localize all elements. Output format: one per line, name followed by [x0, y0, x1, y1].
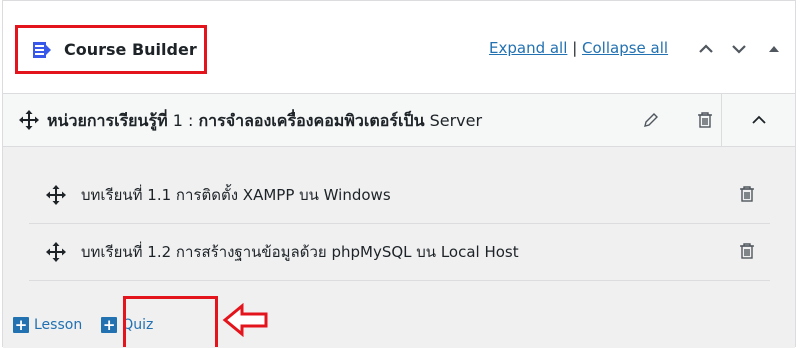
course-builder-header: Course Builder Expand all | Collapse all [3, 1, 795, 94]
section-title-suffix: Server [424, 111, 483, 130]
caret-up-icon [769, 46, 779, 52]
course-builder-panel: Course Builder Expand all | Collapse all [2, 0, 796, 348]
move-icon[interactable] [45, 242, 67, 262]
chevron-up-icon [752, 115, 766, 124]
course-builder-title: Course Builder [64, 40, 197, 59]
delete-section-button[interactable] [693, 108, 717, 132]
move-down-button[interactable] [727, 37, 751, 61]
section-title-prefix: หน่วยการเรียนรู้ที่ [47, 111, 168, 130]
lesson-item[interactable]: บทเรียนที่ 1.1 การติดตั้ง XAMPP บน Windo… [29, 167, 770, 224]
pencil-icon [644, 113, 658, 127]
trash-icon[interactable] [738, 242, 756, 260]
section-title-name: การจำลองเครื่องคอมพิวเตอร์เป็น [198, 111, 425, 130]
expand-collapse-links: Expand all | Collapse all [489, 39, 668, 57]
arrow-left-icon [222, 303, 268, 337]
move-up-button[interactable] [694, 37, 718, 61]
lesson-item[interactable]: บทเรียนที่ 1.2 การสร้างฐานข้อมูลด้วย php… [29, 224, 770, 281]
section-title: หน่วยการเรียนรู้ที่ 1 : การจำลองเครื่องค… [47, 109, 482, 134]
section-body: บทเรียนที่ 1.1 การติดตั้ง XAMPP บน Windo… [3, 147, 795, 348]
lesson-title[interactable]: บทเรียนที่ 1.2 การสร้างฐานข้อมูลด้วย php… [81, 240, 519, 264]
move-icon[interactable] [45, 185, 67, 205]
quiz-highlight-box [123, 296, 218, 347]
course-builder-icon [33, 41, 51, 58]
section-title-number: 1 : [167, 111, 199, 130]
lesson-title[interactable]: บทเรียนที่ 1.1 การติดตั้ง XAMPP บน Windo… [81, 183, 391, 207]
section-header[interactable]: หน่วยการเรียนรู้ที่ 1 : การจำลองเครื่องค… [3, 94, 795, 147]
link-separator: | [572, 39, 578, 57]
section-toggle-button[interactable] [721, 94, 796, 146]
trash-icon[interactable] [738, 185, 756, 203]
add-lesson-button[interactable]: + Lesson [13, 317, 82, 333]
trash-icon [698, 112, 712, 128]
collapse-panel-button[interactable] [762, 37, 786, 61]
course-builder-title-highlight: Course Builder [15, 25, 207, 74]
collapse-all-link[interactable]: Collapse all [582, 39, 668, 57]
add-lesson-label: Lesson [34, 317, 83, 333]
expand-all-link[interactable]: Expand all [489, 39, 567, 57]
plus-icon: + [13, 316, 29, 334]
move-icon[interactable] [19, 110, 39, 130]
chevron-down-icon [732, 45, 746, 54]
edit-section-button[interactable] [639, 108, 663, 132]
plus-icon: + [101, 316, 118, 334]
chevron-up-icon [699, 44, 713, 53]
